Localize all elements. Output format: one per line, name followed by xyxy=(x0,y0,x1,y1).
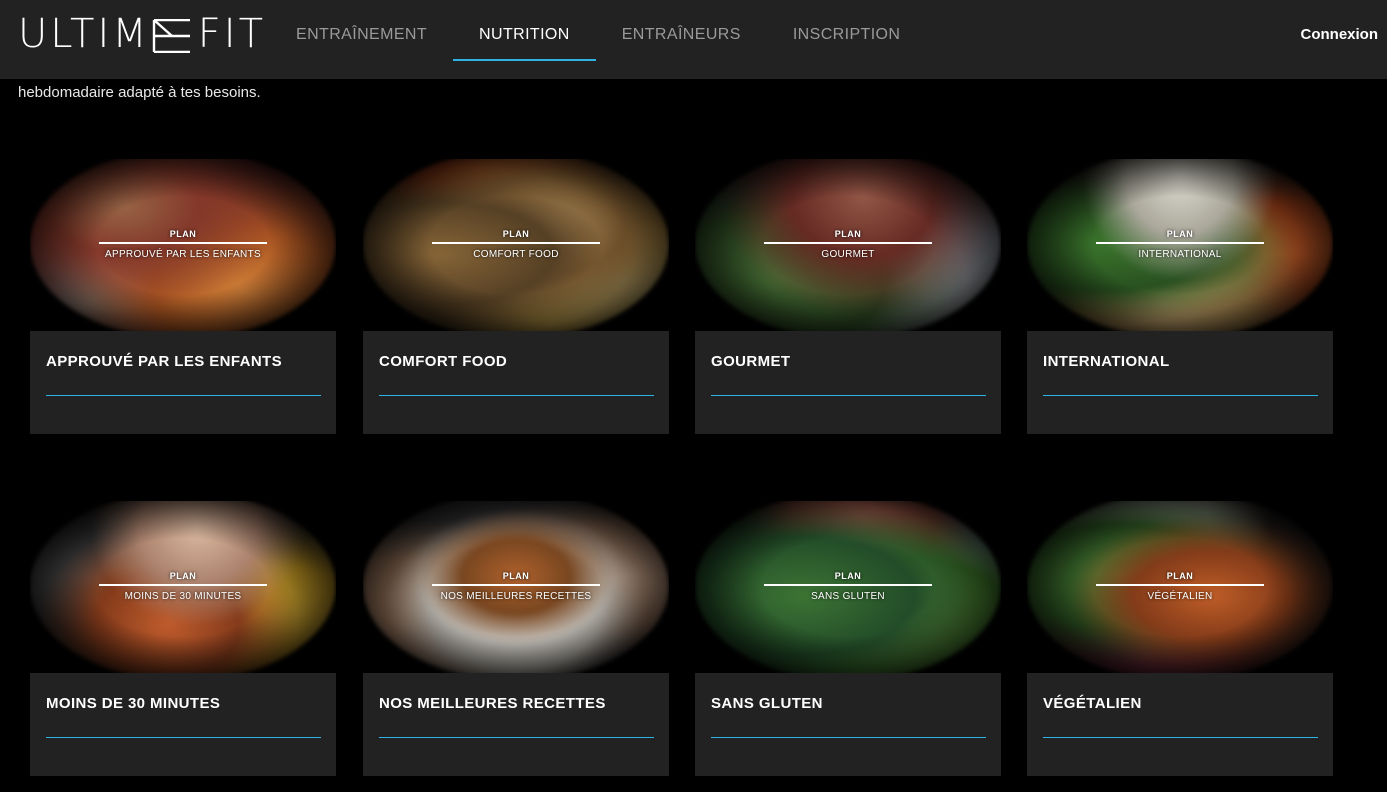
card-accent-line xyxy=(46,737,321,738)
nav-item-inscription[interactable]: INSCRIPTION xyxy=(767,0,927,79)
card-accent-line xyxy=(711,737,986,738)
card-title: COMFORT FOOD xyxy=(379,353,508,370)
top-navbar: ULTIM FIT ENTRAÎNEMENT NUTRITION ENTRAÎN… xyxy=(0,0,1387,79)
logo-e-mark xyxy=(152,17,192,54)
ultimefit-logo[interactable]: ULTIM FIT xyxy=(18,11,267,57)
login-link[interactable]: Connexion xyxy=(1301,26,1379,43)
bowl-photo: PLAN NOS MEILLEURES RECETTES xyxy=(363,501,669,674)
plan-tag: PLAN xyxy=(1166,571,1194,581)
gourmet-sandwich-photo: PLAN GOURMET xyxy=(695,159,1001,332)
main-nav: ENTRAÎNEMENT NUTRITION ENTRAÎNEURS INSCR… xyxy=(270,0,926,79)
card-panel: GOURMET xyxy=(695,331,1001,434)
logo-text-left: ULTIM xyxy=(18,11,150,57)
kids-pizza-photo: PLAN APPROUVÉ PAR LES ENFANTS xyxy=(30,159,336,332)
plan-card-enfants[interactable]: PLAN APPROUVÉ PAR LES ENFANTS APPROUVÉ P… xyxy=(30,159,336,434)
plan-tag: PLAN xyxy=(502,571,530,581)
card-panel: APPROUVÉ PAR LES ENFANTS xyxy=(30,331,336,434)
card-accent-line xyxy=(379,737,654,738)
plan-card-international[interactable]: PLAN INTERNATIONAL INTERNATIONAL xyxy=(1027,159,1333,434)
plan-card-moins-30-minutes[interactable]: PLAN MOINS DE 30 MINUTES MOINS DE 30 MIN… xyxy=(30,501,336,776)
green-salad-photo: PLAN SANS GLUTEN xyxy=(695,501,1001,674)
nav-item-entraineurs[interactable]: ENTRAÎNEURS xyxy=(596,0,767,79)
card-accent-line xyxy=(1043,395,1318,396)
plan-tag: PLAN xyxy=(834,571,862,581)
vegan-salad-photo: PLAN VÉGÉTALIEN xyxy=(1027,501,1333,674)
plan-divider xyxy=(99,242,267,244)
plan-divider xyxy=(432,584,600,586)
plan-tag: PLAN xyxy=(834,229,862,239)
plan-card-gourmet[interactable]: PLAN GOURMET GOURMET xyxy=(695,159,1001,434)
plan-card-sans-gluten[interactable]: PLAN SANS GLUTEN SANS GLUTEN xyxy=(695,501,1001,776)
plan-tag: PLAN xyxy=(169,229,197,239)
plan-card-vegetalien[interactable]: PLAN VÉGÉTALIEN VÉGÉTALIEN xyxy=(1027,501,1333,776)
grilled-chicken-photo: PLAN COMFORT FOOD xyxy=(363,159,669,332)
plan-tag: PLAN xyxy=(169,571,197,581)
card-panel: NOS MEILLEURES RECETTES xyxy=(363,673,669,776)
card-title: VÉGÉTALIEN xyxy=(1043,695,1142,712)
plan-subtitle: GOURMET xyxy=(821,249,875,260)
nav-item-nutrition[interactable]: NUTRITION xyxy=(453,0,596,79)
plan-tag: PLAN xyxy=(502,229,530,239)
plan-divider xyxy=(1096,242,1264,244)
card-accent-line xyxy=(46,395,321,396)
plan-divider xyxy=(764,242,932,244)
plan-divider xyxy=(432,242,600,244)
card-title: SANS GLUTEN xyxy=(711,695,823,712)
plan-subtitle: VÉGÉTALIEN xyxy=(1147,591,1213,602)
card-title: GOURMET xyxy=(711,353,791,370)
plan-subtitle: SANS GLUTEN xyxy=(811,591,885,602)
plan-subtitle: APPROUVÉ PAR LES ENFANTS xyxy=(105,249,261,260)
card-accent-line xyxy=(379,395,654,396)
plan-subtitle: NOS MEILLEURES RECETTES xyxy=(440,591,592,602)
card-panel: SANS GLUTEN xyxy=(695,673,1001,776)
plan-divider xyxy=(764,584,932,586)
international-dish-photo: PLAN INTERNATIONAL xyxy=(1027,159,1333,332)
quick-salad-photo: PLAN MOINS DE 30 MINUTES xyxy=(30,501,336,674)
card-title: APPROUVÉ PAR LES ENFANTS xyxy=(46,353,283,370)
card-title: INTERNATIONAL xyxy=(1043,353,1170,370)
plan-subtitle: INTERNATIONAL xyxy=(1138,249,1222,260)
card-panel: COMFORT FOOD xyxy=(363,331,669,434)
plan-subtitle: MOINS DE 30 MINUTES xyxy=(124,591,242,602)
card-panel: MOINS DE 30 MINUTES xyxy=(30,673,336,776)
card-accent-line xyxy=(711,395,986,396)
plan-divider xyxy=(99,584,267,586)
plan-card-comfort-food[interactable]: PLAN COMFORT FOOD COMFORT FOOD xyxy=(363,159,669,434)
plan-divider xyxy=(1096,584,1264,586)
card-accent-line xyxy=(1043,737,1318,738)
card-panel: VÉGÉTALIEN xyxy=(1027,673,1333,776)
card-panel: INTERNATIONAL xyxy=(1027,331,1333,434)
nutrition-plans-grid: PLAN APPROUVÉ PAR LES ENFANTS APPROUVÉ P… xyxy=(0,0,1387,792)
logo-text-right: FIT xyxy=(197,11,267,57)
plan-tag: PLAN xyxy=(1166,229,1194,239)
plan-card-meilleures-recettes[interactable]: PLAN NOS MEILLEURES RECETTES NOS MEILLEU… xyxy=(363,501,669,776)
card-title: NOS MEILLEURES RECETTES xyxy=(379,695,606,712)
card-title: MOINS DE 30 MINUTES xyxy=(46,695,221,712)
plan-subtitle: COMFORT FOOD xyxy=(473,249,559,260)
nav-item-entrainement[interactable]: ENTRAÎNEMENT xyxy=(270,0,453,79)
